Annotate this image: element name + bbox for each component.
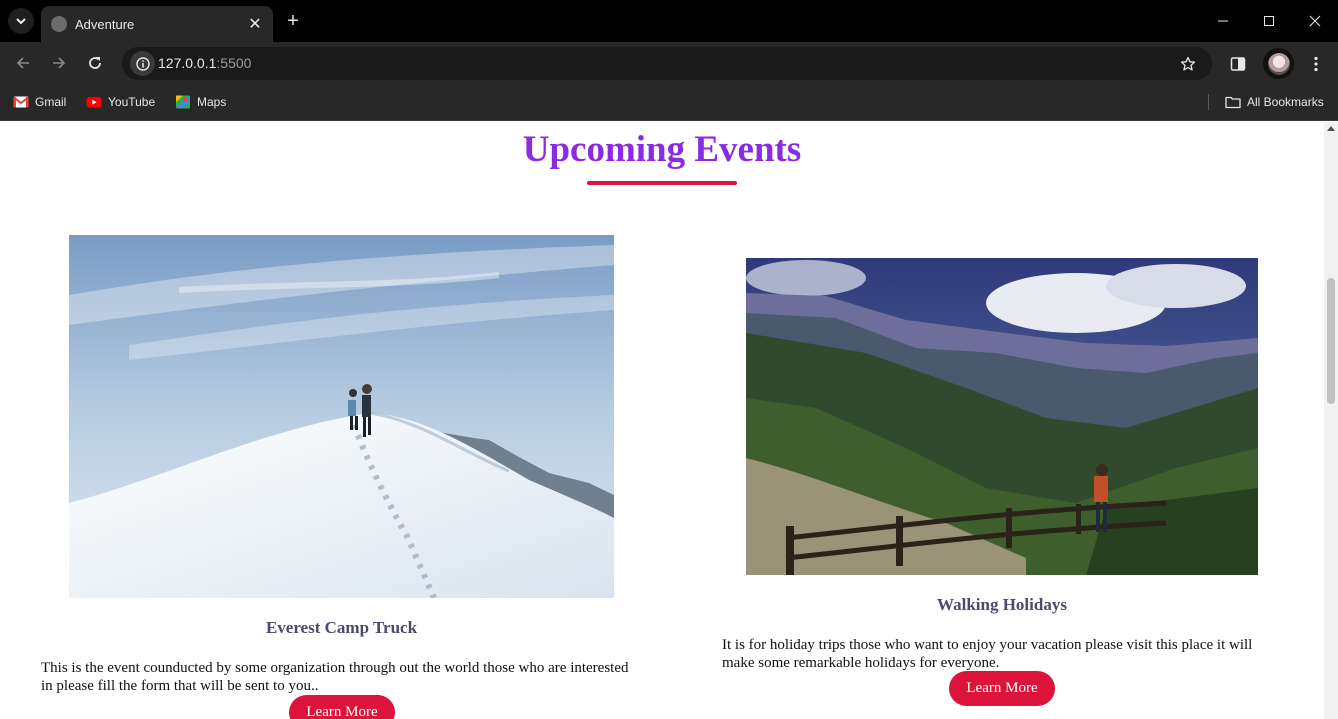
star-icon — [1180, 56, 1196, 71]
forward-button[interactable] — [45, 49, 73, 77]
all-bookmarks-button[interactable]: All Bookmarks — [1225, 93, 1324, 111]
tab-bar: Adventure ✕ + — [0, 0, 1338, 42]
more-vertical-icon — [1314, 56, 1318, 72]
browser-menu-button[interactable] — [1305, 52, 1327, 76]
bookmark-youtube[interactable]: YouTube — [86, 93, 155, 111]
info-icon — [135, 56, 150, 71]
youtube-icon — [86, 97, 102, 108]
browser-toolbar: 127.0.0.1:5500 — [0, 42, 1338, 84]
url-text: 127.0.0.1:5500 — [158, 55, 251, 71]
reload-button[interactable] — [81, 49, 109, 77]
url-host: 127.0.0.1 — [158, 55, 217, 71]
globe-icon — [51, 16, 67, 32]
bookmark-star-button[interactable] — [1177, 53, 1199, 75]
event-image-walking — [746, 258, 1258, 575]
side-panel-icon — [1230, 57, 1246, 71]
event-description: It is for holiday trips those who want t… — [722, 637, 1253, 671]
bookmark-label: Gmail — [35, 95, 67, 109]
event-image-everest — [69, 235, 614, 598]
address-bar[interactable]: 127.0.0.1:5500 — [122, 47, 1212, 80]
avatar-image — [1267, 52, 1290, 75]
bookmarks-divider — [1208, 94, 1209, 110]
gmail-icon — [13, 96, 29, 108]
event-description: This is the event counducted by some org… — [41, 660, 629, 694]
event-title: Everest Camp Truck — [265, 618, 418, 637]
reload-icon — [89, 57, 101, 69]
profile-avatar[interactable] — [1263, 48, 1294, 79]
bookmark-gmail[interactable]: Gmail — [13, 93, 66, 111]
new-tab-button[interactable]: + — [282, 10, 304, 32]
side-panel-button[interactable] — [1226, 52, 1250, 76]
arrow-right-icon — [53, 57, 66, 69]
maximize-icon — [1264, 16, 1274, 26]
bookmarks-bar: Gmail YouTube Maps All Bookmarks — [0, 84, 1338, 121]
learn-more-button[interactable]: Learn More — [949, 671, 1055, 706]
scroll-thumb[interactable] — [1327, 278, 1335, 404]
folder-icon — [1225, 96, 1241, 109]
bookmark-label: YouTube — [108, 95, 156, 109]
minimize-button[interactable] — [1200, 0, 1246, 42]
close-icon — [1309, 15, 1321, 27]
close-window-button[interactable] — [1292, 0, 1338, 42]
back-button[interactable] — [9, 49, 37, 77]
minimize-icon — [1218, 20, 1228, 22]
scroll-up-arrow[interactable] — [1327, 126, 1335, 131]
event-title: Walking Holidays — [937, 595, 1067, 614]
bookmark-label: Maps — [197, 95, 227, 109]
section-title: Upcoming Events — [522, 129, 802, 170]
page-scrollbar[interactable] — [1324, 122, 1338, 719]
tab-close-button[interactable]: ✕ — [247, 14, 263, 34]
learn-more-button[interactable]: Learn More — [289, 695, 395, 719]
maps-icon — [176, 95, 190, 109]
title-underline — [587, 181, 737, 185]
all-bookmarks-label: All Bookmarks — [1247, 95, 1324, 109]
site-info-button[interactable] — [130, 51, 155, 76]
bookmark-maps[interactable]: Maps — [175, 93, 226, 111]
tab-search-button[interactable] — [8, 8, 34, 34]
maximize-button[interactable] — [1246, 0, 1292, 42]
browser-tab[interactable]: Adventure ✕ — [41, 6, 273, 42]
url-port: :5500 — [216, 55, 252, 71]
arrow-left-icon — [16, 57, 29, 69]
tab-title: Adventure — [75, 16, 135, 32]
page-viewport: Upcoming Events Everest Camp Truck This … — [0, 122, 1324, 719]
chevron-down-icon — [16, 18, 26, 25]
